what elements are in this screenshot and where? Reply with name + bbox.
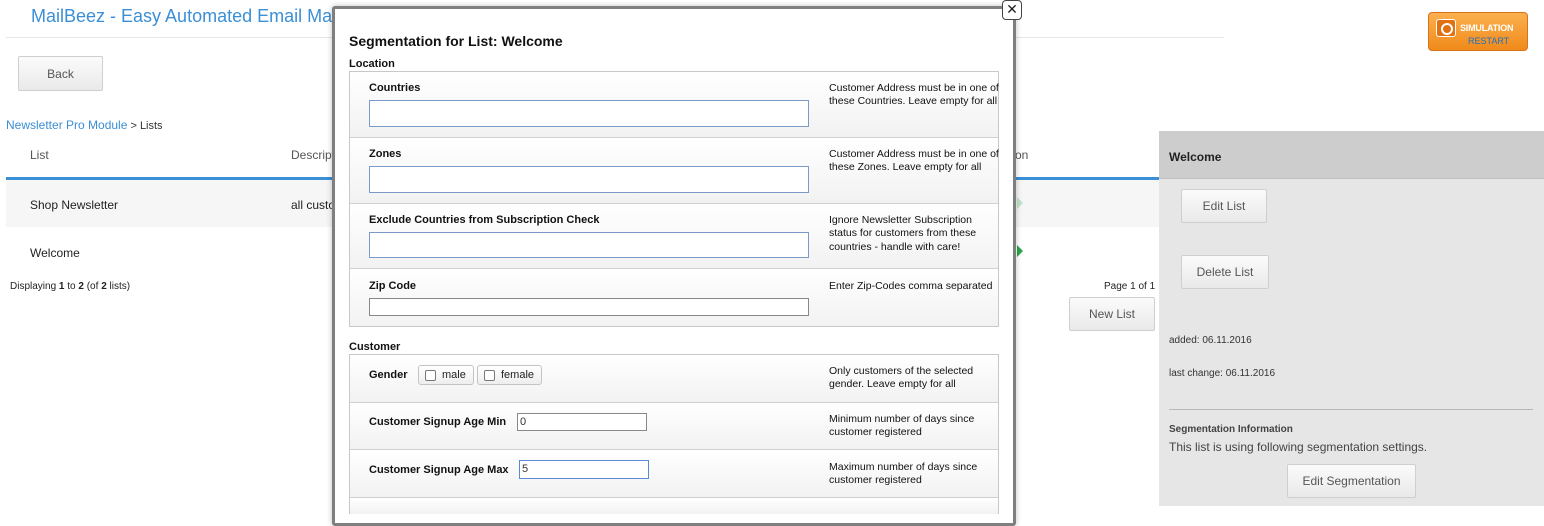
signup-age-max-input[interactable]: 5 — [519, 460, 649, 479]
gender-female-checkbox[interactable]: female — [477, 365, 542, 385]
segmentation-info-title: Segmentation Information — [1169, 424, 1293, 435]
breadcrumb-current: Lists — [139, 120, 163, 132]
added-date: added: 06.11.2016 — [1169, 335, 1252, 346]
new-list-button[interactable]: New List — [1069, 297, 1155, 331]
row-action-arrow-icon[interactable] — [1017, 197, 1023, 209]
gender-male-label: male — [442, 369, 466, 381]
last-change-date: last change: 06.11.2016 — [1169, 368, 1276, 379]
countries-input[interactable] — [369, 100, 809, 127]
table-cell-list: Welcome — [30, 246, 80, 260]
displaying-count: Displaying 1 to 2 (of 2 lists) — [10, 281, 131, 292]
edit-list-button[interactable]: Edit List — [1181, 189, 1267, 223]
breadcrumb-separator: > — [127, 120, 140, 132]
segmentation-info-text: This list is using following segmentatio… — [1169, 440, 1428, 454]
signup-age-min-input[interactable]: 0 — [517, 413, 647, 431]
zones-help: Customer Address must be in one of these… — [829, 148, 999, 174]
table-cell-list: Shop Newsletter — [30, 198, 119, 212]
signup-age-max-label: Customer Signup Age Max — [369, 464, 509, 476]
zip-code-label: Zip Code — [369, 280, 417, 292]
gender-help: Only customers of the selected gender. L… — [829, 365, 974, 391]
signup-age-min-label: Customer Signup Age Min — [369, 416, 507, 428]
signup-age-max-help: Maximum number of days since customer re… — [829, 461, 978, 487]
section-label-customer: Customer — [349, 341, 401, 353]
exclude-countries-help: Ignore Newsletter Subscription status fo… — [829, 214, 977, 253]
edit-segmentation-button[interactable]: Edit Segmentation — [1287, 464, 1416, 498]
breadcrumb-link-newsletter-pro[interactable]: Newsletter Pro Module — [6, 118, 127, 132]
zip-code-help: Enter Zip-Codes comma separated — [829, 280, 993, 292]
signup-age-min-help: Minimum number of days since customer re… — [829, 413, 975, 439]
page-info: Page 1 of 1 — [1104, 281, 1156, 292]
exclude-countries-input[interactable] — [369, 232, 809, 258]
breadcrumb: Newsletter Pro Module > Lists — [6, 118, 163, 132]
checkbox-icon — [425, 370, 436, 381]
list-detail-title: Welcome — [1169, 150, 1222, 164]
zones-label: Zones — [369, 148, 402, 160]
gender-label: Gender — [369, 369, 408, 381]
section-label-location: Location — [349, 58, 395, 70]
back-button[interactable]: Back — [18, 56, 103, 91]
zones-input[interactable] — [369, 166, 809, 193]
close-icon[interactable]: ✕ — [1002, 0, 1022, 20]
simulation-label: SIMULATION — [1460, 23, 1514, 33]
gender-female-label: female — [501, 369, 535, 381]
countries-help: Customer Address must be in one of these… — [829, 82, 999, 108]
column-header-list[interactable]: List — [30, 148, 49, 162]
row-action-arrow-icon[interactable] — [1017, 245, 1023, 257]
delete-list-button[interactable]: Delete List — [1181, 255, 1269, 289]
simulation-restart-button[interactable]: SIMULATION RESTART — [1428, 12, 1528, 51]
restart-link[interactable]: RESTART — [1468, 36, 1509, 46]
gender-male-checkbox[interactable]: male — [418, 365, 474, 385]
simulation-icon — [1436, 19, 1456, 37]
field-row-next — [350, 498, 998, 514]
zip-code-input[interactable] — [369, 298, 809, 316]
checkbox-icon — [484, 370, 495, 381]
side-divider — [1169, 409, 1533, 410]
exclude-countries-label: Exclude Countries from Subscription Chec… — [369, 214, 600, 226]
countries-label: Countries — [369, 82, 421, 94]
modal-title: Segmentation for List: Welcome — [349, 33, 563, 49]
